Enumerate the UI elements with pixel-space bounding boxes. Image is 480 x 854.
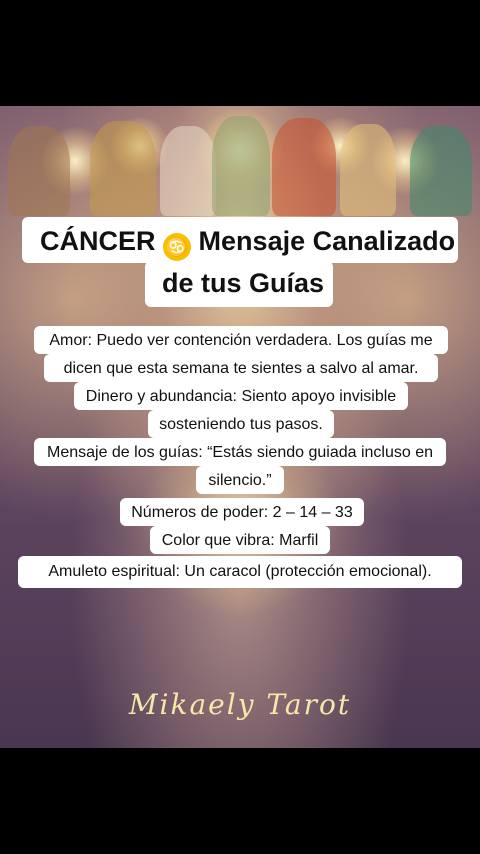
guide-figure [212,116,270,216]
guide-figure [8,126,70,216]
message-line-numbers: Números de poder: 2 – 14 – 33 [131,504,353,521]
figures-row [0,106,480,216]
guide-figure [410,126,472,216]
message-line-color: Color que vibra: Marfil [161,532,319,549]
message-line-money: Dinero y abundancia: Siento apoyo invisi… [85,388,397,405]
cancer-zodiac-icon: ♋ [163,233,192,261]
message-line-amulet: Amuleto espiritual: Un caracol (protecci… [48,563,432,580]
guide-figure [90,121,156,216]
message-line-money-cont: sosteniendo tus pasos. [159,416,323,433]
page-subtitle: de tus Guías [162,268,325,298]
message-line-guides: Mensaje de los guías: “Estás siendo guia… [46,444,433,461]
message-line-guides-cont: silencio.” [208,472,272,489]
page-title: CÁNCER ♋ Mensaje Canalizado [40,226,455,261]
guide-figure [340,124,396,216]
watermark-logo: Mikaely Tarot [128,688,352,721]
title-suffix: Mensaje Canalizado [198,226,456,256]
message-line-love-cont: dicen que esta semana te sientes a salvo… [63,360,419,377]
title-sign-name: CÁNCER [40,226,156,256]
guide-figure [160,126,216,216]
message-line-love: Amor: Puedo ver contención verdadera. Lo… [49,332,433,349]
guide-figure [272,118,336,216]
